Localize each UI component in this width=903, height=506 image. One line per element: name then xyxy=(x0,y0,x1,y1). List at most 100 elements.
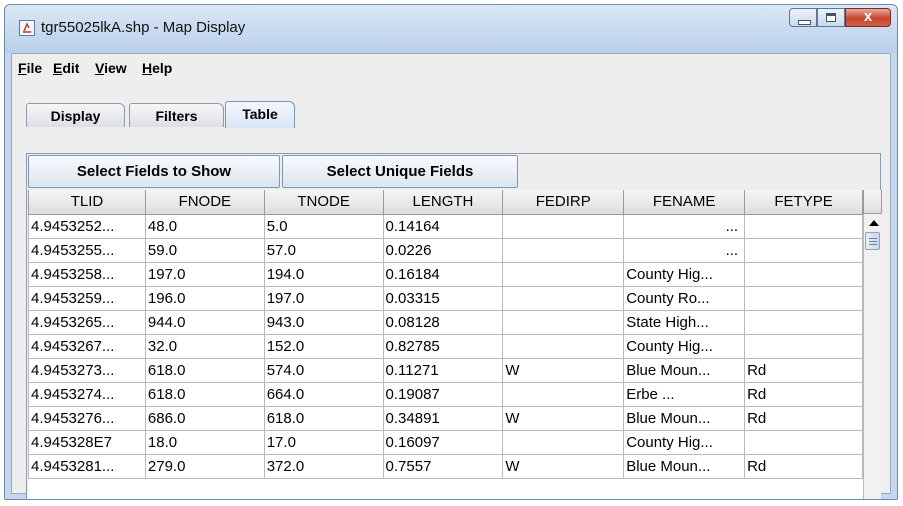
cell-tnode[interactable]: 943.0 xyxy=(263,309,384,335)
minimize-icon[interactable] xyxy=(789,8,817,27)
cell-tlid[interactable]: 4.9453252... xyxy=(28,213,146,239)
cell-tlid[interactable]: 4.9453281... xyxy=(28,453,146,479)
cell-length[interactable]: 0.34891 xyxy=(382,405,504,431)
cell-fnode[interactable]: 48.0 xyxy=(144,213,265,239)
attribute-table[interactable]: TLID FNODE TNODE LENGTH FEDIRP FENAME FE… xyxy=(28,190,863,499)
table-row[interactable]: 4.9453255... 59.0 57.0 0.0226... xyxy=(28,237,863,263)
column-header-fnode[interactable]: FNODE xyxy=(144,190,265,215)
cell-fename[interactable]: State High... xyxy=(623,309,746,335)
cell-length[interactable]: 0.14164 xyxy=(382,213,504,239)
cell-length[interactable]: 0.11271 xyxy=(382,357,504,383)
cell-tlid[interactable]: 4.945328E7 xyxy=(28,429,146,455)
cell-tnode[interactable]: 197.0 xyxy=(263,285,384,311)
cell-fnode[interactable]: 32.0 xyxy=(144,333,265,359)
cell-fename[interactable]: County Hig... xyxy=(623,261,746,287)
title-bar[interactable]: tgr55025lkA.shp - Map Display x xyxy=(5,5,897,53)
cell-fnode[interactable]: 279.0 xyxy=(144,453,265,479)
cell-fename[interactable]: ... xyxy=(623,237,746,263)
column-header-tnode[interactable]: TNODE xyxy=(263,190,384,215)
cell-length[interactable]: 0.82785 xyxy=(382,333,504,359)
table-row[interactable]: 4.9453274... 618.0 664.0 0.19087 Erbe ... Rd xyxy=(28,381,863,407)
close-icon[interactable]: x xyxy=(845,8,891,27)
cell-fetype[interactable] xyxy=(744,237,863,263)
table-row[interactable]: 4.945328E7 18.0 17.0 0.16097 County Hig... xyxy=(28,429,863,455)
cell-fedirp[interactable]: W xyxy=(502,357,625,383)
cell-tlid[interactable]: 4.9453273... xyxy=(28,357,146,383)
cell-fetype[interactable] xyxy=(744,333,863,359)
cell-fename[interactable]: ... xyxy=(623,213,746,239)
maximize-icon[interactable] xyxy=(817,8,845,27)
cell-tlid[interactable]: 4.9453276... xyxy=(28,405,146,431)
cell-fedirp[interactable] xyxy=(502,429,625,455)
menu-view[interactable]: View xyxy=(95,60,127,76)
cell-fnode[interactable]: 686.0 xyxy=(144,405,265,431)
cell-fename[interactable]: Blue Moun... xyxy=(623,453,746,479)
cell-fnode[interactable]: 944.0 xyxy=(144,309,265,335)
cell-fename[interactable]: Blue Moun... xyxy=(623,405,746,431)
cell-fnode[interactable]: 618.0 xyxy=(144,357,265,383)
cell-tlid[interactable]: 4.9453267... xyxy=(28,333,146,359)
cell-length[interactable]: 0.7557 xyxy=(382,453,504,479)
cell-tnode[interactable]: 57.0 xyxy=(263,237,384,263)
cell-fedirp[interactable] xyxy=(502,333,625,359)
cell-fetype[interactable]: Rd xyxy=(744,357,863,383)
java-app-icon[interactable] xyxy=(19,20,35,36)
tab-filters[interactable]: Filters xyxy=(129,103,224,127)
cell-fedirp[interactable] xyxy=(502,309,625,335)
cell-fnode[interactable]: 197.0 xyxy=(144,261,265,287)
select-fields-to-show-button[interactable]: Select Fields to Show xyxy=(28,155,280,188)
menu-file[interactable]: File xyxy=(18,60,42,76)
cell-fedirp[interactable] xyxy=(502,285,625,311)
vertical-scrollbar[interactable] xyxy=(863,190,882,499)
cell-fetype[interactable] xyxy=(744,429,863,455)
select-unique-fields-button[interactable]: Select Unique Fields xyxy=(282,155,518,188)
cell-length[interactable]: 0.08128 xyxy=(382,309,504,335)
cell-length[interactable]: 0.03315 xyxy=(382,285,504,311)
cell-fedirp[interactable] xyxy=(502,213,625,239)
cell-fedirp[interactable] xyxy=(502,381,625,407)
cell-fename[interactable]: County Hig... xyxy=(623,429,746,455)
cell-fename[interactable]: County Ro... xyxy=(623,285,746,311)
column-header-tlid[interactable]: TLID xyxy=(28,190,146,215)
cell-fnode[interactable]: 59.0 xyxy=(144,237,265,263)
column-header-fename[interactable]: FENAME xyxy=(623,190,746,215)
cell-tlid[interactable]: 4.9453255... xyxy=(28,237,146,263)
table-row[interactable]: 4.9453273... 618.0 574.0 0.11271 W Blue Moun.… xyxy=(28,357,863,383)
cell-tlid[interactable]: 4.9453265... xyxy=(28,309,146,335)
cell-fnode[interactable]: 196.0 xyxy=(144,285,265,311)
cell-fedirp[interactable]: W xyxy=(502,453,625,479)
scrollbar-thumb[interactable] xyxy=(865,232,880,250)
tab-display[interactable]: Display xyxy=(26,103,125,127)
table-row[interactable]: 4.9453265... 944.0 943.0 0.08128 State High.… xyxy=(28,309,863,335)
scroll-up-arrow-icon[interactable] xyxy=(869,220,879,226)
cell-fetype[interactable] xyxy=(744,213,863,239)
cell-tnode[interactable]: 664.0 xyxy=(263,381,384,407)
menu-edit[interactable]: Edit xyxy=(53,60,79,76)
cell-fetype[interactable]: Rd xyxy=(744,453,863,479)
cell-fnode[interactable]: 618.0 xyxy=(144,381,265,407)
table-row[interactable]: 4.9453276... 686.0 618.0 0.34891 W Blue Moun.… xyxy=(28,405,863,431)
column-header-fetype[interactable]: FETYPE xyxy=(744,190,863,215)
cell-fetype[interactable] xyxy=(744,261,863,287)
cell-tnode[interactable]: 152.0 xyxy=(263,333,384,359)
cell-fename[interactable]: Erbe ... xyxy=(623,381,746,407)
cell-tlid[interactable]: 4.9453258... xyxy=(28,261,146,287)
table-row[interactable]: 4.9453267... 32.0 152.0 0.82785 County Hig..… xyxy=(28,333,863,359)
cell-fename[interactable]: Blue Moun... xyxy=(623,357,746,383)
cell-fetype[interactable]: Rd xyxy=(744,405,863,431)
cell-fedirp[interactable] xyxy=(502,261,625,287)
table-row[interactable]: 4.9453259... 196.0 197.0 0.03315 County Ro..… xyxy=(28,285,863,311)
cell-length[interactable]: 0.0226 xyxy=(382,237,504,263)
cell-fetype[interactable]: Rd xyxy=(744,381,863,407)
cell-tnode[interactable]: 194.0 xyxy=(263,261,384,287)
column-header-fedirp[interactable]: FEDIRP xyxy=(502,190,625,215)
cell-length[interactable]: 0.16097 xyxy=(382,429,504,455)
cell-length[interactable]: 0.16184 xyxy=(382,261,504,287)
cell-length[interactable]: 0.19087 xyxy=(382,381,504,407)
cell-fnode[interactable]: 18.0 xyxy=(144,429,265,455)
cell-fename[interactable]: County Hig... xyxy=(623,333,746,359)
table-row[interactable]: 4.9453258... 197.0 194.0 0.16184 County Hig.… xyxy=(28,261,863,287)
tab-table[interactable]: Table xyxy=(225,101,295,128)
cell-fetype[interactable] xyxy=(744,285,863,311)
table-row[interactable]: 4.9453281... 279.0 372.0 0.7557 W Blue Moun..… xyxy=(28,453,863,479)
